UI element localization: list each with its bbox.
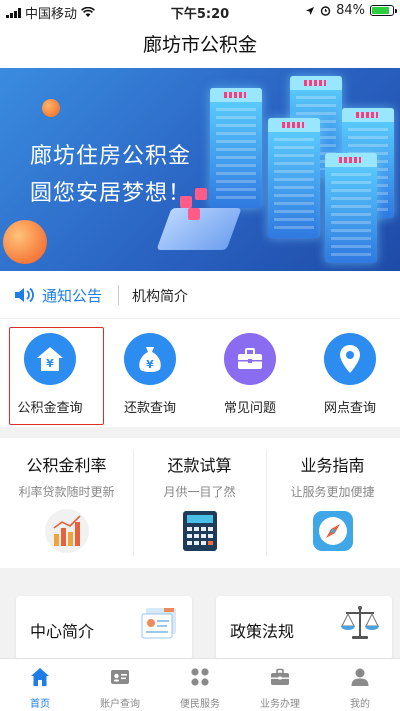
business-guide-card[interactable]: 业务指南 让服务更加便捷	[266, 438, 399, 568]
tab-bar: 首页 账户查询 便民服务 业务办理 我的	[0, 658, 400, 711]
house-yen-icon: ¥	[24, 333, 76, 385]
divider	[118, 285, 119, 305]
repayment-calc-subtitle: 月供一目了然	[163, 485, 236, 499]
tab-mine[interactable]: 我的	[320, 659, 400, 711]
fund-rate-card[interactable]: 公积金利率 利率贷款随时更新	[0, 438, 133, 568]
svg-text:¥: ¥	[46, 357, 54, 370]
repayment-calc-title: 还款试算	[167, 456, 232, 475]
grid-icon	[191, 668, 209, 686]
tab-business[interactable]: 业务办理	[240, 659, 320, 711]
business-guide-subtitle: 让服务更加便捷	[290, 485, 375, 499]
server-illustration	[210, 88, 262, 208]
battery-icon	[370, 5, 397, 16]
cube-decoration	[188, 208, 200, 220]
svg-text:¥: ¥	[146, 358, 154, 371]
outlet-query-button[interactable]: 网点查询	[300, 319, 400, 427]
id-card-icon	[141, 608, 176, 639]
banner-title: 廊坊住房公积金	[30, 144, 192, 169]
id-card-icon	[111, 670, 129, 684]
policy-regulations-card[interactable]: 政策法规	[216, 596, 392, 660]
faq-label: 常见问题	[223, 401, 276, 416]
alarm-icon	[320, 6, 331, 16]
cube-decoration	[180, 196, 192, 208]
toolbox-icon	[224, 333, 276, 385]
tab-convenience[interactable]: 便民服务	[160, 659, 240, 711]
status-bar: 中国移动 下午5:20 84%	[0, 0, 400, 22]
server-illustration	[325, 153, 377, 263]
bar-chart-icon	[45, 509, 89, 553]
fund-rate-title: 公积金利率	[26, 456, 107, 475]
page-title: 廊坊市公积金	[0, 22, 400, 68]
tab-mine-label: 我的	[350, 699, 370, 710]
cube-decoration	[195, 188, 207, 200]
agency-intro-link[interactable]: 机构简介	[132, 286, 188, 306]
scales-icon	[341, 606, 379, 639]
orb-decoration	[3, 220, 47, 264]
battery-fill	[372, 7, 389, 14]
tab-account-query-label: 账户查询	[100, 699, 140, 710]
notice-bar: 通知公告 机构简介	[0, 271, 400, 319]
fund-rate-subtitle: 利率贷款随时更新	[18, 485, 115, 499]
compass-icon	[313, 511, 353, 551]
center-intro-title: 中心简介	[30, 622, 95, 641]
tab-convenience-label: 便民服务	[180, 699, 220, 710]
policy-regulations-title: 政策法规	[230, 622, 295, 641]
battery-percent: 84%	[336, 3, 365, 18]
tab-home-label: 首页	[30, 699, 50, 710]
quick-actions: ¥ 公积金查询 ¥ 还款查询 常见问题 网点查询	[0, 319, 400, 427]
speaker-icon	[15, 287, 34, 303]
feature-panel: 公积金利率 利率贷款随时更新 还款试算 月供一目了然 业务指南 让服务更加便捷	[0, 438, 400, 568]
location-pin-icon	[324, 333, 376, 385]
money-bag-icon: ¥	[124, 333, 176, 385]
repayment-query-button[interactable]: ¥ 还款查询	[100, 319, 200, 427]
tab-home[interactable]: 首页	[0, 659, 80, 711]
center-intro-card[interactable]: 中心简介	[16, 596, 192, 660]
faq-button[interactable]: 常见问题	[200, 319, 300, 427]
server-illustration	[268, 118, 320, 238]
location-arrow-icon	[306, 6, 315, 15]
tab-account-query[interactable]: 账户查询	[80, 659, 160, 711]
fund-query-button[interactable]: ¥ 公积金查询	[0, 319, 104, 427]
banner-subtitle: 圆您安居梦想！	[30, 181, 192, 206]
calculator-icon	[183, 511, 217, 551]
orb-decoration	[42, 99, 60, 117]
tab-business-label: 业务办理	[260, 699, 300, 710]
repayment-query-label: 还款查询	[123, 401, 176, 416]
banner[interactable]: 廊坊住房公积金 圆您安居梦想！	[0, 68, 400, 271]
business-guide-title: 业务指南	[300, 456, 365, 475]
fund-query-label: 公积金查询	[17, 401, 83, 416]
repayment-calc-card[interactable]: 还款试算 月供一目了然	[133, 438, 266, 568]
status-right: 84%	[305, 3, 397, 18]
outlet-query-label: 网点查询	[323, 401, 376, 416]
briefcase-icon	[271, 668, 289, 685]
home-icon	[31, 668, 49, 686]
notice-announcements-link[interactable]: 通知公告	[42, 285, 102, 306]
person-icon	[351, 668, 369, 686]
